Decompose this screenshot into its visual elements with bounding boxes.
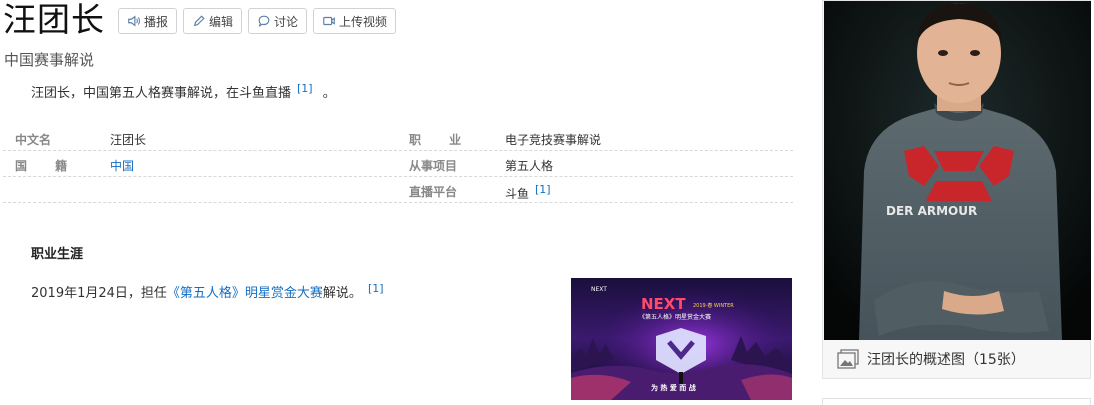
poster-season: 2019·春 WINTER [693, 302, 734, 309]
info-label: 国 籍 [15, 159, 80, 173]
info-label: 中文名 [15, 133, 52, 147]
info-row: 直播平台 斗鱼 [1] [3, 177, 793, 203]
info-value: 第五人格 [505, 159, 554, 173]
platform-value: 斗鱼 [505, 187, 530, 201]
chat-bubble-icon [258, 15, 270, 28]
info-label: 直播平台 [409, 185, 458, 199]
section-title-career: 职业生涯 [31, 247, 84, 262]
info-value: 电子竞技赛事解说 [505, 133, 602, 147]
page-title: 汪团长 [3, 0, 105, 39]
upload-video-button[interactable]: 上传视频 [313, 8, 397, 34]
summary-ref[interactable]: [1] [297, 82, 313, 95]
album-link[interactable]: 汪团长的概述图（15张） [837, 349, 1025, 369]
subtitle: 中国赛事解说 [4, 51, 95, 69]
portrait-photo[interactable]: DER ARMOUR [824, 1, 1091, 340]
tournament-poster[interactable]: NEXT NEXT 2019·春 WINTER 《第五人格》明星赏金大赛 为 热… [571, 278, 792, 400]
summary: 汪团长，中国第五人格赛事解说，在斗鱼直播 [1] 。 [31, 82, 336, 101]
page: 汪团长 播报 编辑 讨论 上传视频 中国赛事解说 汪团长，中国第五人格赛事解说，… [0, 0, 1094, 405]
info-label: 从事项目 [409, 159, 458, 173]
discuss-label: 讨论 [274, 14, 299, 29]
broadcast-label: 播报 [144, 14, 169, 29]
nationality-link[interactable]: 中国 [110, 157, 134, 174]
info-label: 职 业 [409, 133, 474, 147]
shirt-text: DER ARMOUR [886, 204, 977, 218]
discuss-button[interactable]: 讨论 [248, 8, 308, 34]
toolbar: 播报 编辑 讨论 上传视频 [118, 8, 397, 34]
poster-slogan: 为 热 爱 而 战 [651, 383, 696, 392]
poster-brand: NEXT [641, 295, 686, 313]
info-box: 中文名 汪团长 职 业 电子竞技赛事解说 国 籍 中国 从事项目 第五人格 直播… [3, 125, 793, 203]
video-icon [323, 16, 335, 26]
info-value: 汪团长 [110, 133, 147, 147]
info-row: 国 籍 中国 从事项目 第五人格 [3, 151, 793, 177]
tournament-link[interactable]: 《第五人格》明星赏金大赛 [167, 286, 323, 301]
gallery-icon [837, 349, 859, 369]
summary-end: 。 [322, 86, 336, 101]
album-caption: 汪团长的概述图（15张） [867, 352, 1025, 368]
portrait-image: DER ARMOUR [824, 1, 1091, 340]
poster-image: NEXT NEXT 2019·春 WINTER 《第五人格》明星赏金大赛 为 热… [571, 278, 792, 400]
edit-label: 编辑 [209, 14, 234, 29]
title-row: 汪团长 播报 编辑 讨论 上传视频 [3, 0, 397, 40]
pencil-icon [193, 15, 205, 27]
poster-brand-small: NEXT [591, 286, 607, 293]
career-text-end: 解说。 [322, 286, 362, 301]
next-panel-edge [822, 398, 1091, 405]
career-ref[interactable]: [1] [368, 282, 384, 295]
poster-event: 《第五人格》明星赏金大赛 [639, 313, 711, 321]
summary-picture-box: DER ARMOUR 汪团长的概述图（15张） [822, 0, 1091, 379]
broadcast-button[interactable]: 播报 [118, 8, 178, 34]
edit-button[interactable]: 编辑 [183, 8, 243, 34]
info-row: 中文名 汪团长 职 业 电子竞技赛事解说 [3, 125, 793, 151]
summary-text: 汪团长，中国第五人格赛事解说，在斗鱼直播 [31, 86, 292, 101]
career-paragraph: 2019年1月24日，担任《第五人格》明星赏金大赛解说。 [1] [31, 282, 384, 301]
platform-ref[interactable]: [1] [535, 183, 551, 196]
speaker-icon [128, 15, 140, 27]
upload-video-label: 上传视频 [339, 14, 388, 29]
career-text: 2019年1月24日，担任 [31, 286, 167, 301]
info-value: 斗鱼 [1] [505, 183, 551, 202]
